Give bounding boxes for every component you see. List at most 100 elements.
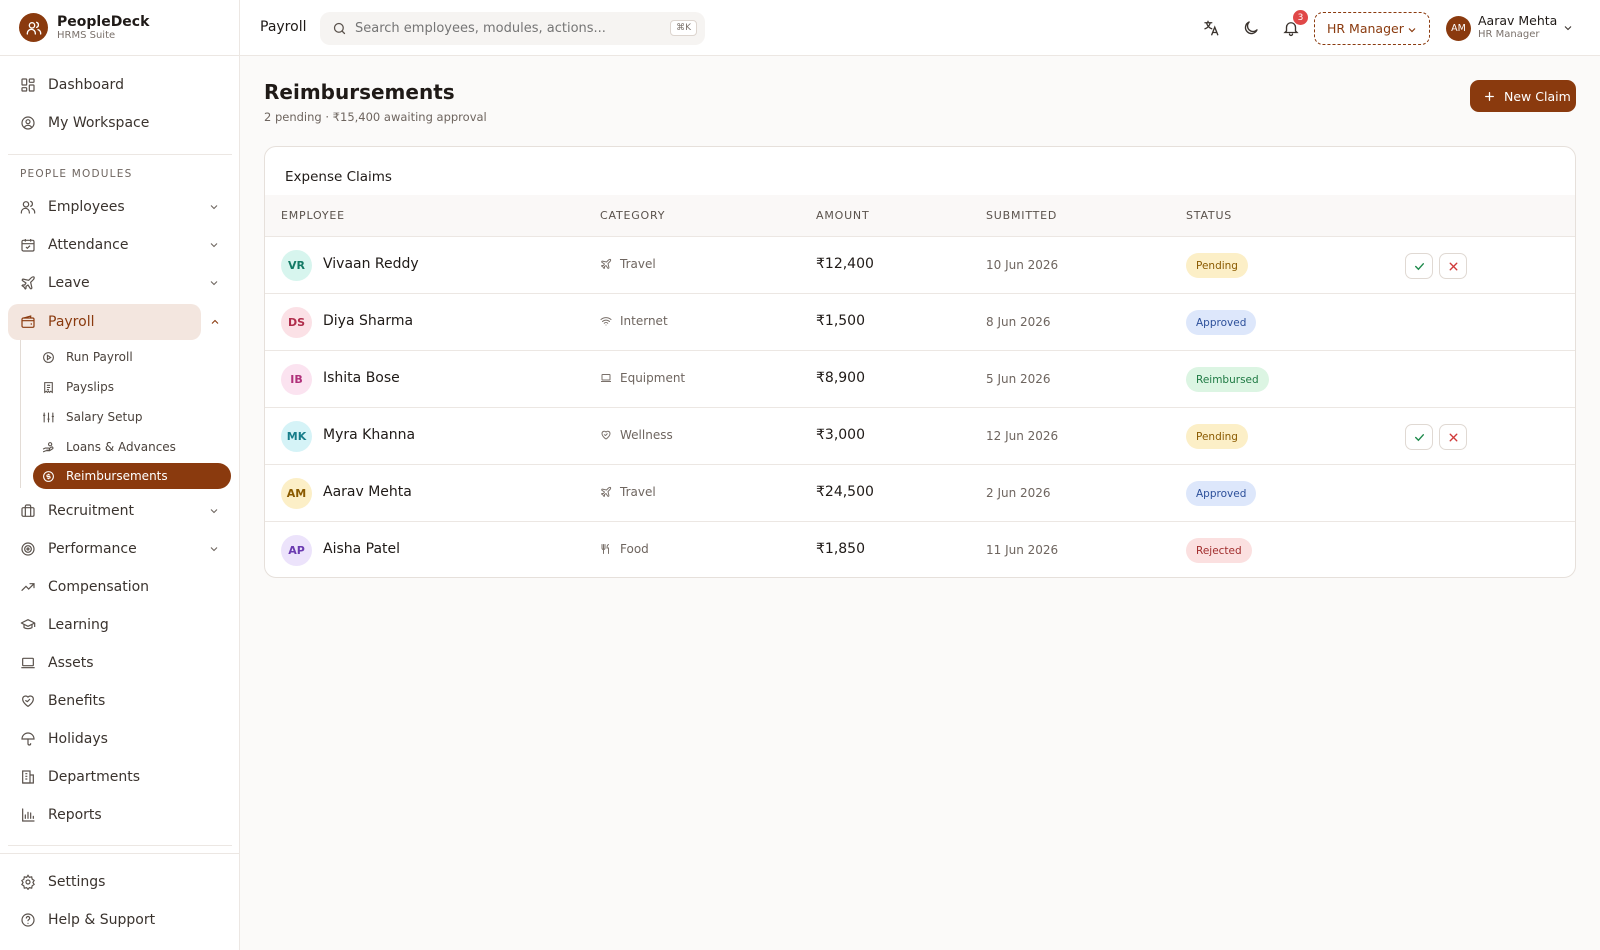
sidebar-item-label: My Workspace: [48, 115, 150, 131]
close-icon: [1447, 260, 1460, 273]
user-name[interactable]: Aarav Mehta: [1478, 13, 1557, 28]
search-input[interactable]: [355, 21, 655, 36]
employee-name[interactable]: Aarav Mehta: [323, 484, 412, 500]
close-icon: [1447, 431, 1460, 444]
category-cell: Travel: [600, 257, 656, 271]
sidebar-item-employees[interactable]: Employees: [8, 189, 232, 225]
gear-icon: [20, 874, 36, 890]
sidebar-item-leave[interactable]: Leave: [8, 265, 232, 301]
table-row[interactable]: DS Diya Sharma Internet ₹1,500 8 Jun 202…: [265, 294, 1575, 351]
employee-name[interactable]: Ishita Bose: [323, 370, 400, 386]
building-icon: [20, 769, 36, 785]
column-header-amount[interactable]: AMOUNT: [816, 209, 869, 222]
search-box[interactable]: ⌘K: [320, 12, 705, 45]
submitted-date: 5 Jun 2026: [986, 372, 1051, 386]
employee-name[interactable]: Diya Sharma: [323, 313, 413, 329]
employee-name[interactable]: Myra Khanna: [323, 427, 415, 443]
check-icon: [1413, 260, 1426, 273]
sidebar-subitem-label: Salary Setup: [66, 410, 143, 424]
category-cell: Equipment: [600, 371, 685, 385]
reject-button[interactable]: [1439, 424, 1467, 450]
user-circle-icon: [20, 115, 36, 131]
amount-cell: ₹1,850: [816, 541, 865, 557]
employee-name[interactable]: Aisha Patel: [323, 541, 400, 557]
sidebar-subitem-reimbursements[interactable]: Reimbursements: [33, 463, 231, 489]
breadcrumb[interactable]: Payroll: [260, 19, 306, 35]
sidebar-item-attendance[interactable]: Attendance: [8, 227, 232, 263]
status-badge: Approved: [1186, 310, 1257, 335]
sidebar-item-compensation[interactable]: Compensation: [8, 569, 232, 605]
table-row[interactable]: AM Aarav Mehta Travel ₹24,500 2 Jun 2026…: [265, 465, 1575, 522]
hand-coins-icon: [42, 441, 55, 454]
sidebar-subitem-loans-advances[interactable]: Loans & Advances: [33, 434, 231, 460]
moon-icon[interactable]: [1242, 19, 1260, 37]
category-cell: Wellness: [600, 428, 673, 442]
sidebar-item-label: Recruitment: [48, 503, 135, 519]
sidebar-item-label: Performance: [48, 541, 137, 557]
new-claim-button[interactable]: New Claim: [1470, 80, 1576, 112]
reject-button[interactable]: [1439, 253, 1467, 279]
sidebar-item-departments[interactable]: Departments: [8, 759, 232, 795]
column-header-status[interactable]: STATUS: [1186, 209, 1232, 222]
employee-name[interactable]: Vivaan Reddy: [323, 256, 419, 272]
sidebar-item-payroll[interactable]: Payroll: [8, 304, 219, 340]
sidebar-item-help-support[interactable]: Help & Support: [8, 902, 232, 938]
trending-up-icon: [20, 579, 36, 595]
wallet-icon: [20, 314, 36, 330]
new-claim-label: New Claim: [1504, 88, 1571, 104]
help-circle-icon: [20, 912, 36, 928]
sidebar-item-settings[interactable]: Settings: [8, 864, 232, 900]
approve-button[interactable]: [1405, 253, 1433, 279]
brand[interactable]: PeopleDeck HRMS Suite: [0, 0, 239, 56]
table-row[interactable]: IB Ishita Bose Equipment ₹8,900 5 Jun 20…: [265, 351, 1575, 408]
users-icon: [20, 199, 36, 215]
avatar[interactable]: AM: [1446, 16, 1471, 41]
laptop-icon: [20, 655, 36, 671]
column-header-submitted[interactable]: SUBMITTED: [986, 209, 1057, 222]
translate-icon[interactable]: [1202, 19, 1220, 37]
laptop-icon: [600, 372, 612, 384]
submitted-date: 12 Jun 2026: [986, 429, 1059, 443]
bar-chart-icon: [20, 807, 36, 823]
sidebar-item-label: Compensation: [48, 579, 150, 595]
table-row[interactable]: MK Myra Khanna Wellness ₹3,000 12 Jun 20…: [265, 408, 1575, 465]
approve-button[interactable]: [1405, 424, 1433, 450]
sidebar-item-recruitment[interactable]: Recruitment: [8, 493, 232, 529]
chevron-up-icon: [209, 316, 221, 328]
sidebar-item-reports[interactable]: Reports: [8, 797, 232, 833]
sidebar-item-learning[interactable]: Learning: [8, 607, 232, 643]
table-header: EMPLOYEE CATEGORY AMOUNT SUBMITTED STATU…: [265, 195, 1575, 237]
column-header-employee[interactable]: EMPLOYEE: [281, 209, 345, 222]
chevron-down-icon[interactable]: [1562, 22, 1574, 34]
sidebar-subitem-label: Reimbursements: [66, 469, 168, 483]
sidebar-item-benefits[interactable]: Benefits: [8, 683, 232, 719]
sidebar-item-holidays[interactable]: Holidays: [8, 721, 232, 757]
section-label: PEOPLE MODULES: [20, 168, 133, 180]
category-label: Travel: [620, 485, 656, 499]
status-badge: Approved: [1186, 481, 1257, 506]
sidebar-item-label: Settings: [48, 874, 106, 890]
sidebar-item-my-workspace[interactable]: My Workspace: [8, 105, 232, 141]
expense-claims-card: Expense Claims EMPLOYEE CATEGORY AMOUNT …: [264, 146, 1576, 578]
role-select-value: HR Manager: [1327, 21, 1404, 36]
category-label: Internet: [620, 314, 668, 328]
sidebar-subitem-run-payroll[interactable]: Run Payroll: [33, 344, 231, 370]
sidebar-divider: [8, 154, 232, 155]
sidebar-subitem-salary-setup[interactable]: Salary Setup: [33, 404, 231, 430]
sidebar-item-assets[interactable]: Assets: [8, 645, 232, 681]
chevron-down-icon: [1406, 24, 1418, 36]
sidebar-item-performance[interactable]: Performance: [8, 531, 232, 567]
status-badge: Rejected: [1186, 538, 1252, 563]
table-row[interactable]: VR Vivaan Reddy Travel ₹12,400 10 Jun 20…: [265, 237, 1575, 294]
chevron-down-icon: [208, 201, 220, 213]
amount-cell: ₹12,400: [816, 256, 874, 272]
column-header-category[interactable]: CATEGORY: [600, 209, 665, 222]
graduation-cap-icon: [20, 617, 36, 633]
sidebar-subitem-payslips[interactable]: Payslips: [33, 374, 231, 400]
role-select[interactable]: HR Manager: [1314, 12, 1430, 45]
avatar: VR: [281, 250, 312, 281]
table-row[interactable]: AP Aisha Patel Food ₹1,850 11 Jun 2026 R…: [265, 522, 1575, 577]
submitted-date: 11 Jun 2026: [986, 543, 1059, 557]
amount-cell: ₹24,500: [816, 484, 874, 500]
sidebar-item-dashboard[interactable]: Dashboard: [8, 67, 232, 103]
